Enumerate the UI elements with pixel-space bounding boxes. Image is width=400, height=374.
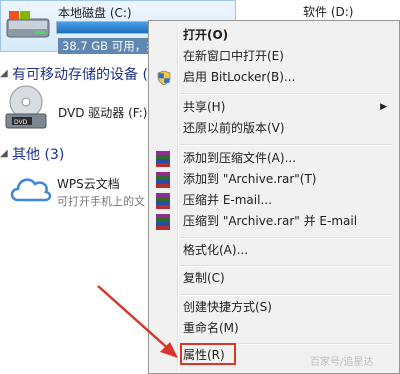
- context-menu: 打开(O) 在新窗口中打开(E) 启用 BitLocker(B)... 共享(H…: [148, 20, 400, 374]
- menu-item-label: 共享(H): [183, 100, 226, 114]
- menu-item-label: 还原以前的版本(V): [183, 121, 285, 135]
- menu-item-format[interactable]: 格式化(A)...: [151, 240, 397, 261]
- submenu-arrow-icon: ▶: [380, 102, 387, 112]
- menu-item-open-new-window[interactable]: 在新窗口中打开(E): [151, 46, 397, 67]
- shield-icon: [157, 70, 171, 86]
- menu-item-label: 重命名(M): [183, 321, 239, 335]
- menu-item-copy[interactable]: 复制(C): [151, 268, 397, 289]
- group-removable-title[interactable]: 有可移动存储的设备 (1): [12, 64, 162, 84]
- svg-text:DVD: DVD: [14, 119, 28, 126]
- menu-separator: [180, 93, 392, 95]
- menu-item-compress-rar-email[interactable]: 压缩到 "Archive.rar" 并 E-mail: [151, 211, 397, 232]
- properties-highlight-box: [180, 343, 236, 365]
- menu-item-label: 在新窗口中打开(E): [183, 49, 284, 63]
- cloud-icon: [10, 178, 52, 202]
- menu-item-label: 复制(C): [183, 271, 225, 285]
- winrar-icon: [156, 193, 172, 209]
- hard-drive-icon: [6, 11, 50, 38]
- winrar-icon: [156, 172, 172, 188]
- menu-item-compress-email[interactable]: 压缩并 E-mail...: [151, 190, 397, 211]
- collapse-arrow-icon[interactable]: ◢: [0, 148, 8, 159]
- winrar-icon: [156, 151, 172, 167]
- menu-item-label: 添加到压缩文件(A)...: [183, 151, 297, 165]
- menu-item-label: 添加到 "Archive.rar"(T): [183, 172, 317, 186]
- watermark-text: 百家号/追星达: [310, 357, 374, 368]
- menu-item-add-archive[interactable]: 添加到压缩文件(A)...: [151, 148, 397, 169]
- menu-item-open[interactable]: 打开(O): [151, 25, 397, 46]
- software-disk-d[interactable]: 软件 (D:): [303, 3, 353, 20]
- dvd-drive-label[interactable]: DVD 驱动器 (F:): [58, 104, 148, 121]
- menu-item-label: 压缩到 "Archive.rar" 并 E-mail: [183, 214, 358, 228]
- menu-separator: [180, 294, 392, 296]
- menu-separator: [180, 237, 392, 239]
- menu-item-add-archive-rar[interactable]: 添加到 "Archive.rar"(T): [151, 169, 397, 190]
- menu-item-rename[interactable]: 重命名(M): [151, 318, 397, 339]
- menu-separator: [180, 265, 392, 267]
- menu-item-label: 压缩并 E-mail...: [183, 193, 272, 207]
- winrar-icon: [156, 214, 172, 230]
- menu-item-label: 启用 BitLocker(B)...: [183, 70, 296, 84]
- menu-item-label: 格式化(A)...: [183, 243, 249, 257]
- menu-item-label: 创建快捷方式(S): [183, 300, 272, 314]
- menu-item-create-shortcut[interactable]: 创建快捷方式(S): [151, 297, 397, 318]
- group-other-title[interactable]: 其他 (3): [12, 144, 64, 164]
- menu-item-bitlocker[interactable]: 启用 BitLocker(B)...: [151, 67, 397, 88]
- local-disk-c-name: 本地磁盘 (C:): [58, 6, 132, 20]
- menu-item-restore-versions[interactable]: 还原以前的版本(V): [151, 118, 397, 139]
- wps-cloud-subtitle: 可打开手机上的文: [57, 195, 145, 208]
- wps-cloud-name[interactable]: WPS云文档: [57, 175, 120, 192]
- collapse-arrow-icon[interactable]: ◢: [0, 68, 8, 79]
- menu-item-share[interactable]: 共享(H) ▶: [151, 97, 397, 118]
- menu-item-label: 打开(O): [183, 28, 229, 42]
- disk-free-text: 38.7 GB 可用，共: [58, 38, 162, 54]
- menu-separator: [180, 144, 392, 146]
- dvd-drive-icon: DVD: [5, 85, 47, 129]
